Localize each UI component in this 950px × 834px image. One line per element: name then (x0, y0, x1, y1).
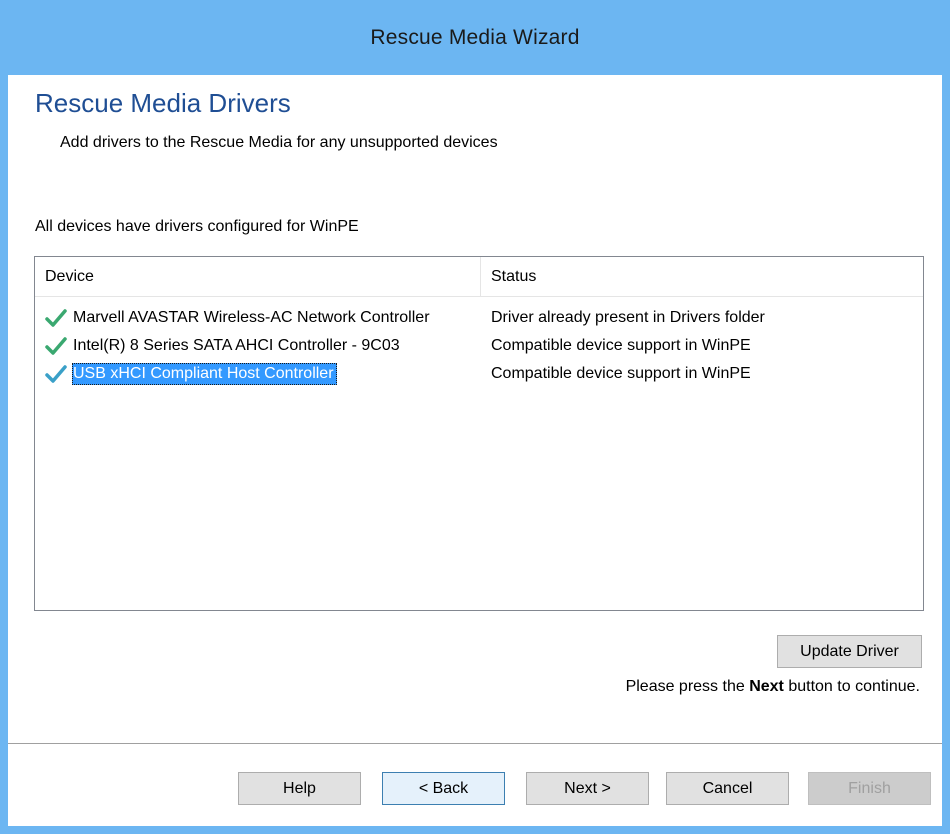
cancel-button[interactable]: Cancel (666, 772, 789, 805)
drivers-status-text: All devices have drivers configured for … (35, 218, 359, 235)
column-header-device[interactable]: Device (35, 257, 481, 297)
next-button[interactable]: Next > (526, 772, 649, 805)
hint-prefix: Please press the (625, 678, 745, 695)
check-icon (45, 337, 67, 355)
device-name: Intel(R) 8 Series SATA AHCI Controller -… (73, 337, 400, 354)
device-name: USB xHCI Compliant Host Controller (72, 363, 337, 385)
device-list-header: Device Status (35, 257, 923, 297)
column-header-status[interactable]: Status (481, 257, 923, 297)
hint-suffix: button to continue. (788, 678, 920, 695)
device-row-selected[interactable]: USB xHCI Compliant Host Controller Compa… (35, 360, 923, 388)
device-cell: USB xHCI Compliant Host Controller (45, 360, 337, 388)
wizard-content: Rescue Media Drivers Add drivers to the … (8, 75, 942, 826)
page-title: Rescue Media Drivers (35, 88, 291, 118)
check-icon (45, 309, 67, 327)
wizard-window: Rescue Media Wizard Rescue Media Drivers… (0, 0, 950, 834)
check-icon (45, 365, 67, 383)
device-cell: Marvell AVASTAR Wireless-AC Network Cont… (45, 304, 433, 332)
window-title: Rescue Media Wizard (370, 25, 580, 49)
device-status: Driver already present in Drivers folder (491, 309, 765, 326)
finish-button[interactable]: Finish (808, 772, 931, 805)
update-driver-button[interactable]: Update Driver (777, 635, 922, 668)
device-status: Compatible device support in WinPE (491, 365, 751, 382)
footer-divider-highlight (8, 744, 942, 745)
back-button[interactable]: < Back (382, 772, 505, 805)
device-row[interactable]: Intel(R) 8 Series SATA AHCI Controller -… (35, 332, 923, 360)
device-cell: Intel(R) 8 Series SATA AHCI Controller -… (45, 332, 403, 360)
device-row[interactable]: Marvell AVASTAR Wireless-AC Network Cont… (35, 304, 923, 332)
page-subtitle: Add drivers to the Rescue Media for any … (60, 134, 498, 151)
hint-next-word: Next (749, 678, 784, 695)
title-bar[interactable]: Rescue Media Wizard (0, 0, 950, 75)
help-button[interactable]: Help (238, 772, 361, 805)
next-hint-text: Please press the Next button to continue… (626, 678, 920, 696)
device-status: Compatible device support in WinPE (491, 337, 751, 354)
device-list[interactable]: Device Status Marvell AVASTAR Wireless-A… (34, 256, 924, 611)
device-name: Marvell AVASTAR Wireless-AC Network Cont… (73, 309, 430, 326)
